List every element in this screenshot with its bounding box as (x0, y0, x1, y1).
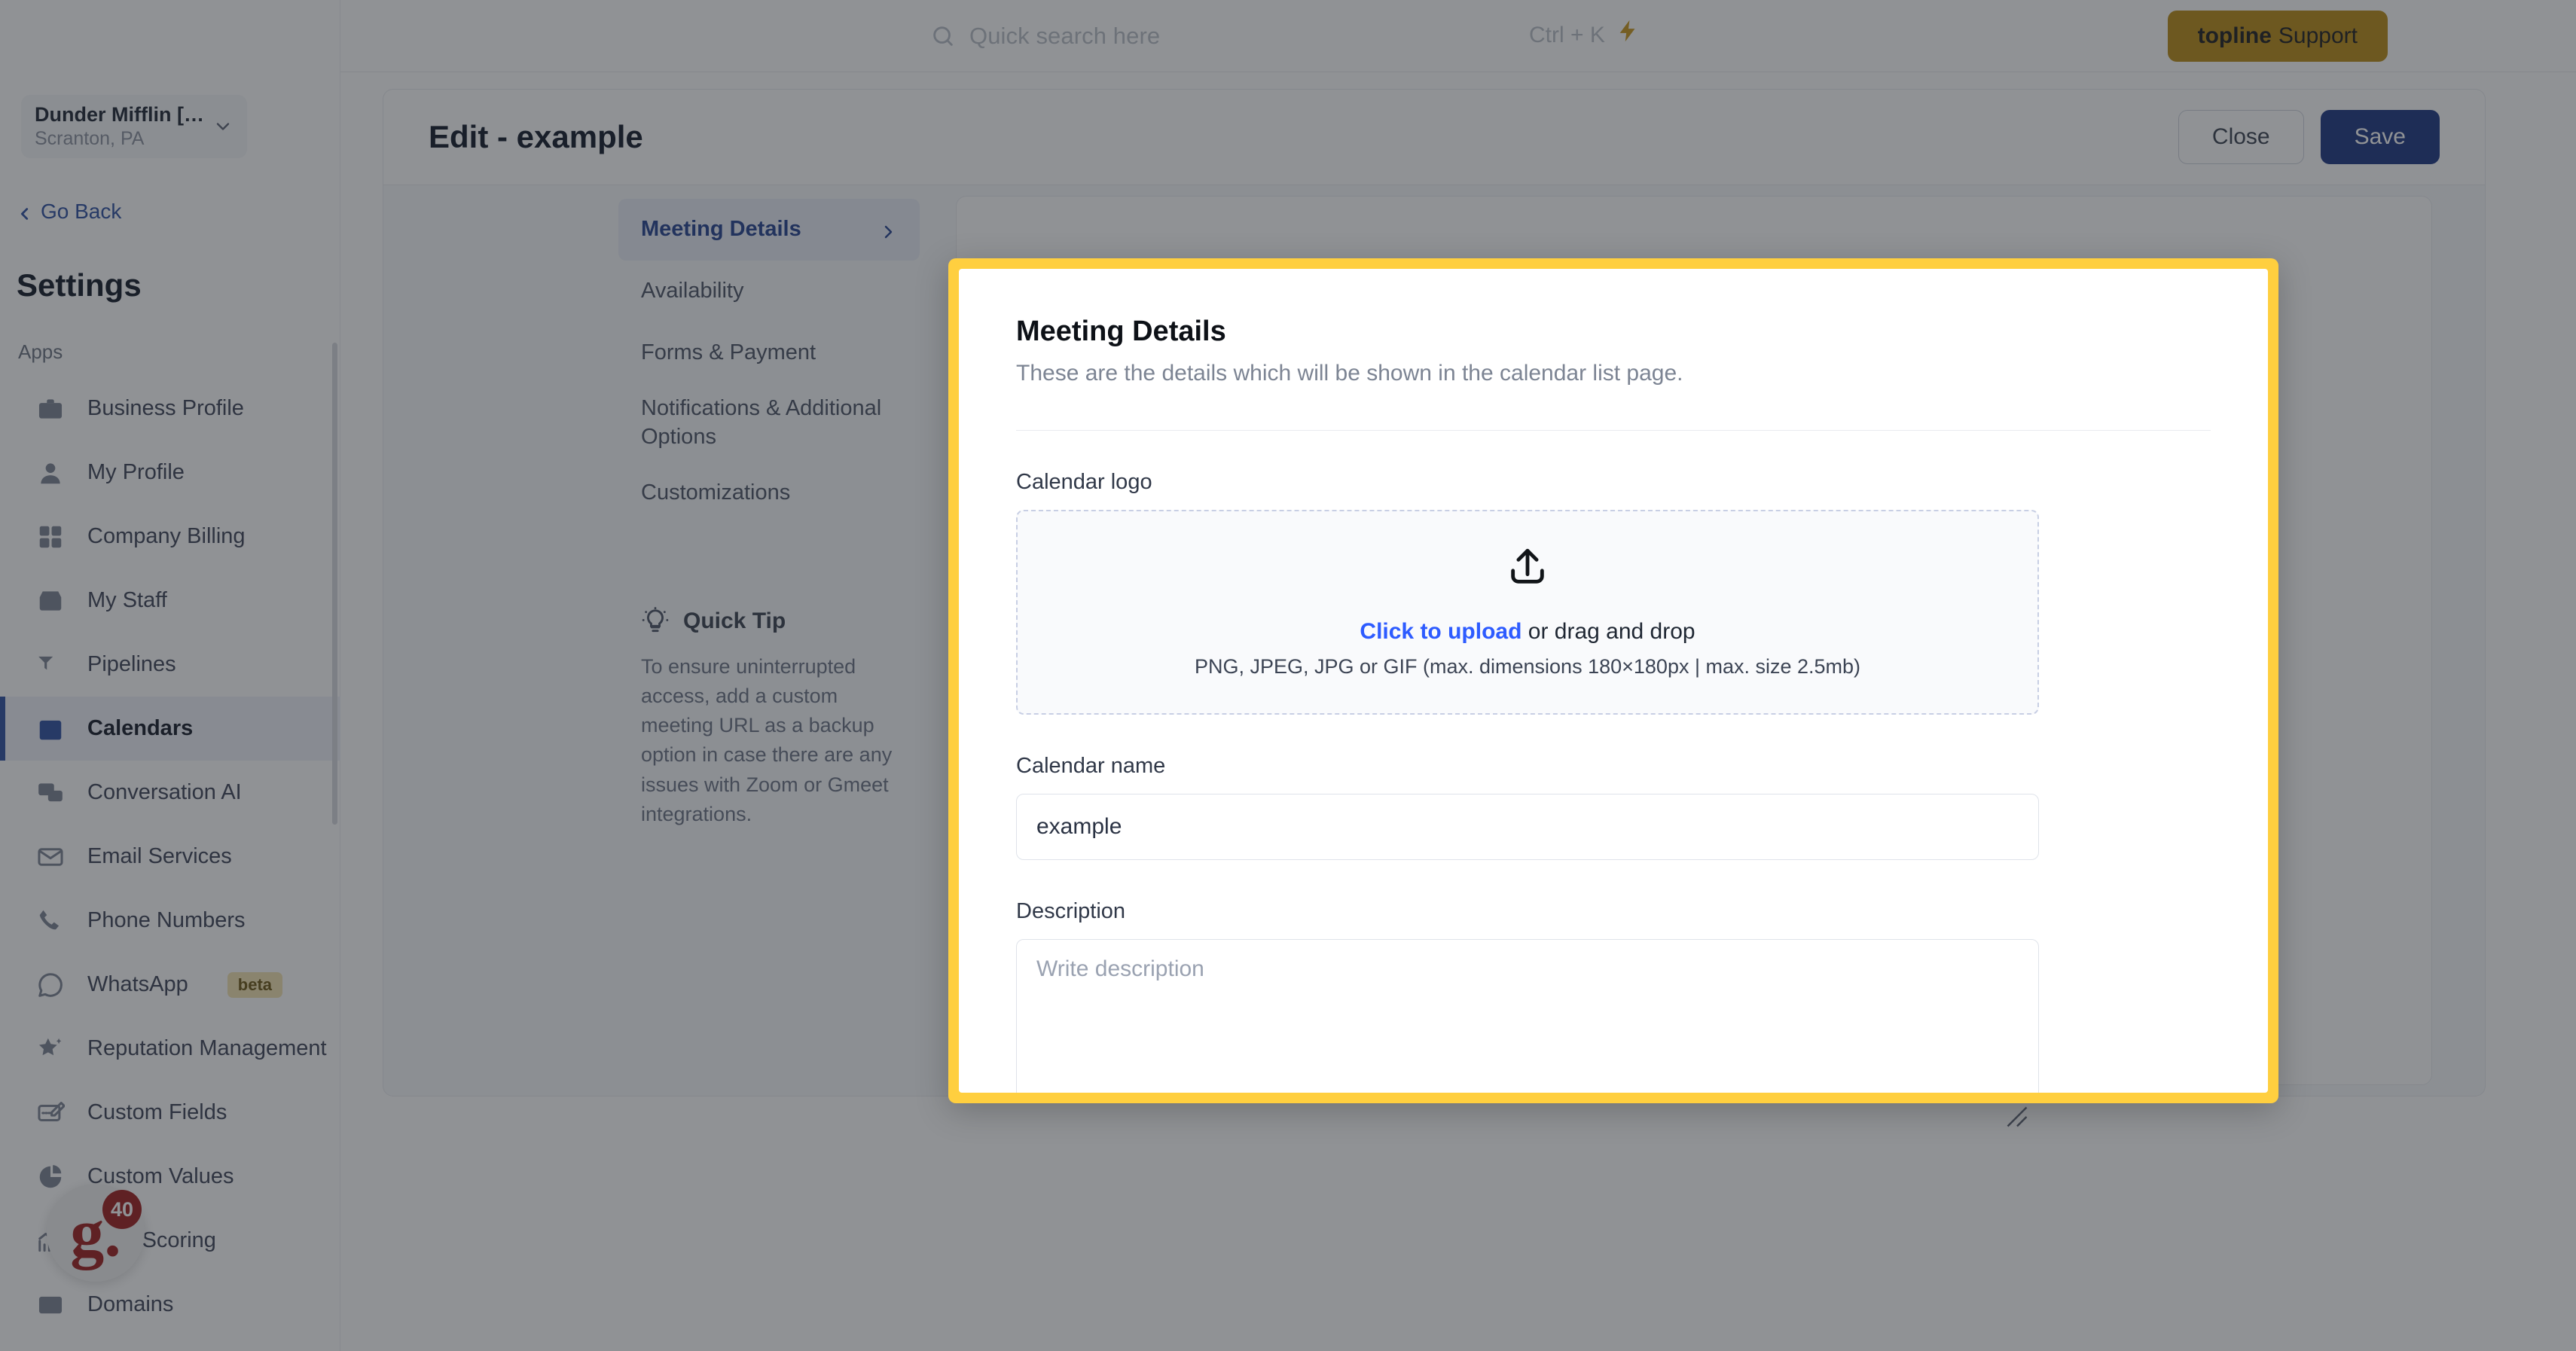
description-label: Description (1016, 898, 1126, 923)
meeting-details-highlight: Meeting Details These are the details wh… (948, 258, 2278, 1103)
click-to-upload-link[interactable]: Click to upload (1360, 619, 1521, 644)
description-textarea[interactable] (1016, 938, 2039, 1093)
upload-cta-rest: or drag and drop (1521, 619, 1695, 644)
calendar-name-input[interactable] (1016, 793, 2039, 860)
screen: Quick search here Ctrl + K topline Suppo… (0, 0, 2576, 1351)
upload-cta-line: Click to upload or drag and drop (1360, 619, 1695, 645)
calendar-logo-label: Calendar logo (1016, 469, 1152, 494)
calendar-logo-dropzone[interactable]: Click to upload or drag and drop PNG, JP… (1016, 509, 2039, 715)
upload-constraints-text: PNG, JPEG, JPG or GIF (max. dimensions 1… (1194, 655, 1861, 678)
modal-subtitle: These are the details which will be show… (1016, 360, 1683, 386)
modal-divider (1016, 429, 2211, 431)
calendar-name-label: Calendar name (1016, 753, 1166, 778)
modal-title: Meeting Details (1016, 316, 1226, 347)
upload-icon (1506, 545, 1549, 589)
meeting-details-modal: Meeting Details These are the details wh… (959, 269, 2268, 1093)
resize-grip-icon[interactable] (2006, 1106, 2028, 1128)
modal-content: Meeting Details These are the details wh… (959, 269, 2268, 1093)
